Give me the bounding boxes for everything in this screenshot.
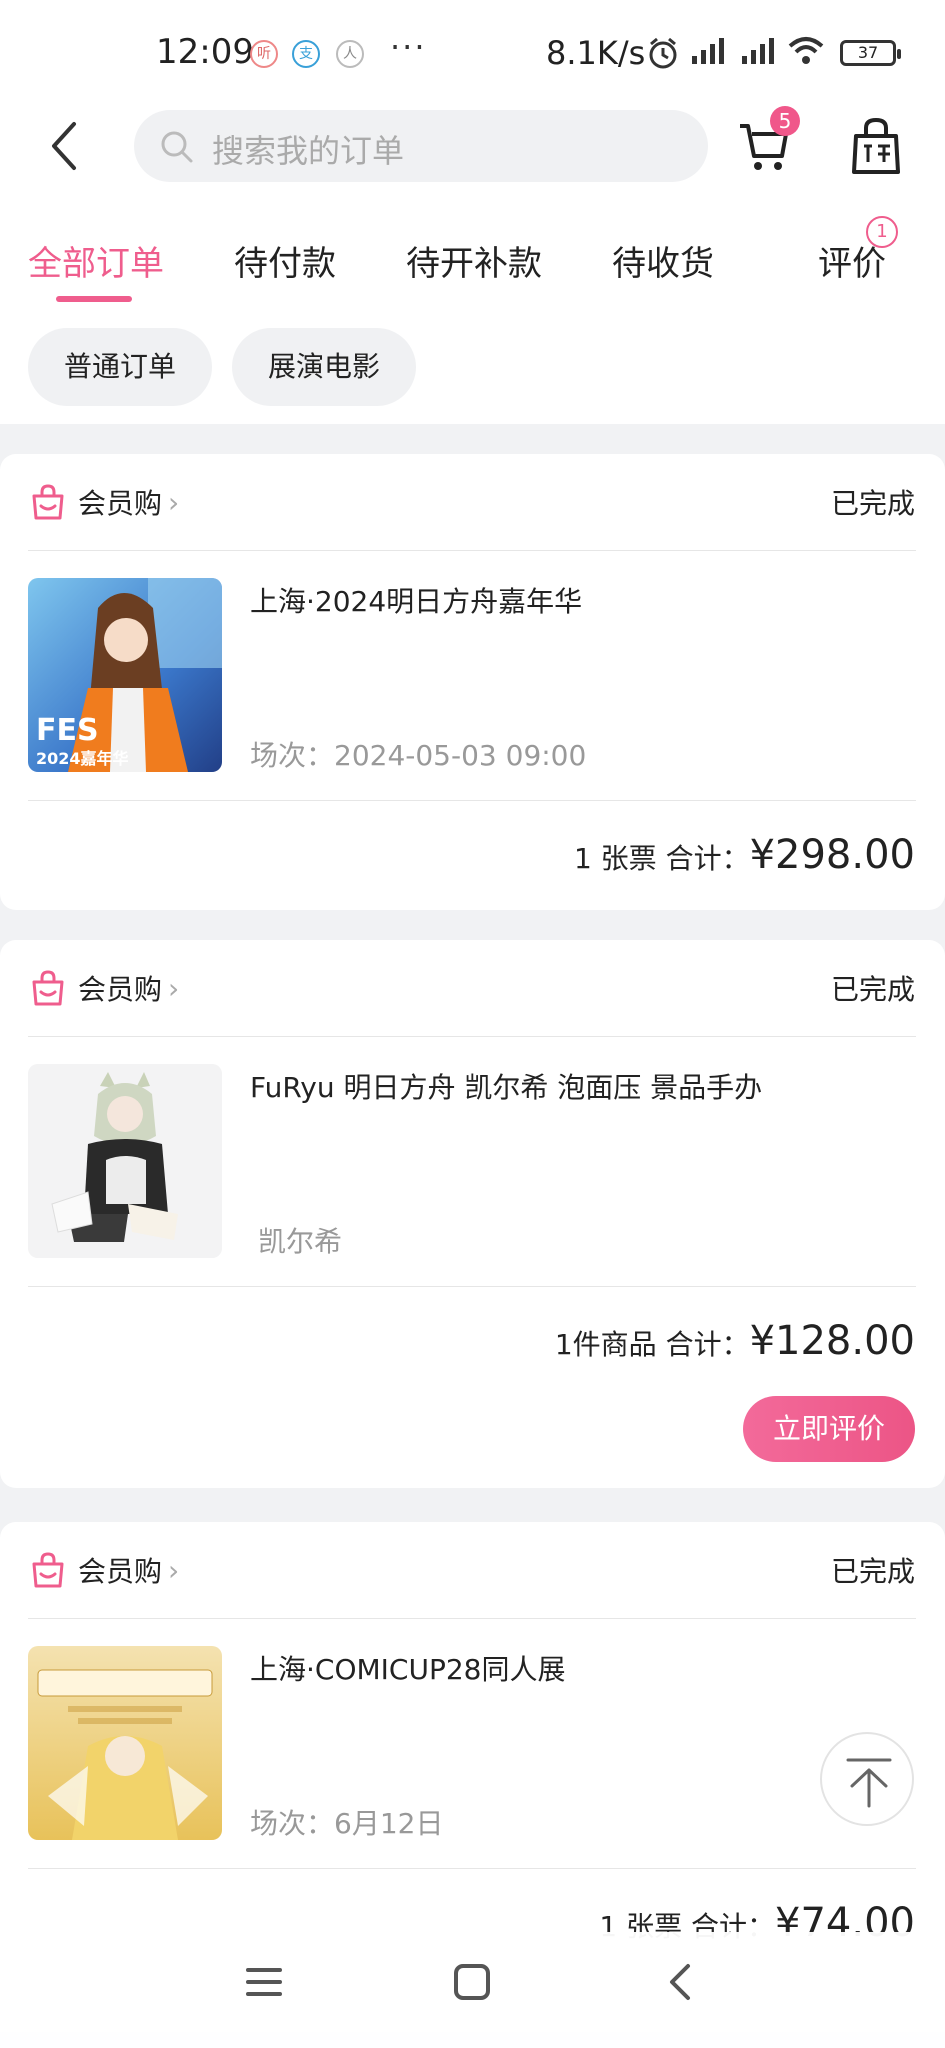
- member-shop-icon: [32, 1552, 64, 1588]
- order-count: 1件商品 合计：: [554, 1328, 750, 1361]
- order-total: ¥298.00: [749, 832, 915, 878]
- order-tabs: 全部订单 待付款 待开补款 待收货 评价: [0, 236, 945, 306]
- shop-name[interactable]: 会员购: [78, 482, 162, 522]
- search-placeholder: 搜索我的订单: [212, 132, 405, 170]
- divider: [28, 1036, 916, 1037]
- chip-shows-movies[interactable]: 展演电影: [232, 328, 416, 406]
- member-shop-icon: [32, 970, 64, 1006]
- app-avatar-icon: 人: [336, 40, 364, 68]
- app-notification-icon: 听: [250, 40, 278, 68]
- review-count-badge: 1: [866, 216, 898, 248]
- alipay-icon: 支: [292, 40, 320, 68]
- back-to-top-button[interactable]: [820, 1732, 914, 1826]
- more-notifications-icon: ···: [390, 28, 427, 66]
- network-speed: 8.1K/s: [546, 34, 646, 72]
- divider: [28, 550, 916, 551]
- order-status: 已完成: [830, 487, 915, 520]
- wifi-icon: [788, 37, 824, 64]
- order-status: 已完成: [830, 1555, 915, 1588]
- order-card[interactable]: 会员购 › 已完成 上海·COMICUP28同人展 场次：6月12日 1 张票 …: [0, 1522, 945, 1982]
- divider: [28, 800, 916, 801]
- member-shop-icon: [32, 484, 64, 520]
- status-bar: 12:09 听 支 人 ··· 8.1K/s 37: [0, 0, 945, 105]
- product-title[interactable]: 上海·COMICUP28同人展: [250, 1648, 565, 1688]
- battery-icon: 37: [840, 40, 901, 66]
- tab-pending-payment[interactable]: 待付款: [234, 236, 336, 285]
- back-icon[interactable]: [44, 118, 84, 174]
- order-summary: 1 张票 合计：¥298.00: [574, 832, 915, 878]
- order-card[interactable]: 会员购 › 已完成 FuRyu 明日方舟 凯尔希 泡面压 景品手办 凯尔希 1件…: [0, 940, 945, 1488]
- back-nav-icon[interactable]: [660, 1962, 700, 2002]
- shop-name[interactable]: 会员购: [78, 968, 162, 1008]
- active-tab-indicator: [56, 296, 132, 302]
- shopping-bag-icon[interactable]: [848, 116, 904, 176]
- divider: [28, 1868, 916, 1869]
- product-title[interactable]: FuRyu 明日方舟 凯尔希 泡面压 景品手办: [250, 1066, 762, 1106]
- tab-pending-balance[interactable]: 待开补款: [406, 236, 542, 285]
- order-total: ¥128.00: [749, 1318, 915, 1364]
- search-input[interactable]: 搜索我的订单: [134, 110, 708, 182]
- svg-text:FES: FES: [36, 713, 99, 748]
- svg-text:2024嘉年华: 2024嘉年华: [36, 749, 129, 768]
- chevron-right-icon: ›: [168, 486, 180, 519]
- order-status: 已完成: [830, 973, 915, 1006]
- chevron-right-icon: ›: [168, 972, 180, 1005]
- order-card[interactable]: 会员购 › 已完成 FES 2024嘉年华 上海·2024明日方舟嘉年华 场次：…: [0, 454, 945, 910]
- shop-name[interactable]: 会员购: [78, 1550, 162, 1590]
- tab-all-orders[interactable]: 全部订单: [28, 236, 164, 285]
- session-time: 场次：6月12日: [250, 1807, 444, 1840]
- signal-2-icon: [742, 38, 774, 64]
- status-time: 12:09: [156, 32, 254, 72]
- alarm-icon: [649, 37, 677, 69]
- search-icon: [161, 131, 193, 163]
- order-summary: 1件商品 合计：¥128.00: [555, 1318, 915, 1364]
- session-time: 场次：2024-05-03 09:00: [250, 739, 587, 772]
- signal-1-icon: [692, 38, 724, 64]
- divider: [28, 1286, 916, 1287]
- order-card-header: 会员购 › 已完成: [0, 1522, 945, 1616]
- product-title[interactable]: 上海·2024明日方舟嘉年华: [250, 580, 582, 620]
- order-card-header: 会员购 › 已完成: [0, 940, 945, 1034]
- cart-count-badge: 5: [770, 106, 800, 136]
- arrow-up-icon: [846, 1758, 892, 1808]
- menu-icon[interactable]: [244, 1962, 284, 2002]
- divider: [28, 1618, 916, 1619]
- product-image[interactable]: [28, 1064, 222, 1258]
- order-count: 1 张票 合计：: [573, 842, 750, 875]
- home-icon[interactable]: [452, 1962, 492, 2002]
- chevron-right-icon: ›: [168, 1554, 180, 1587]
- order-card-header: 会员购 › 已完成: [0, 454, 945, 548]
- system-navigation-bar: [0, 1932, 945, 2048]
- review-now-button[interactable]: 立即评价: [743, 1396, 915, 1462]
- product-image[interactable]: [28, 1646, 222, 1840]
- product-variant: 凯尔希: [258, 1225, 343, 1258]
- product-image[interactable]: FES 2024嘉年华: [28, 578, 222, 772]
- chip-normal-orders[interactable]: 普通订单: [28, 328, 212, 406]
- tab-pending-receipt[interactable]: 待收货: [612, 236, 714, 285]
